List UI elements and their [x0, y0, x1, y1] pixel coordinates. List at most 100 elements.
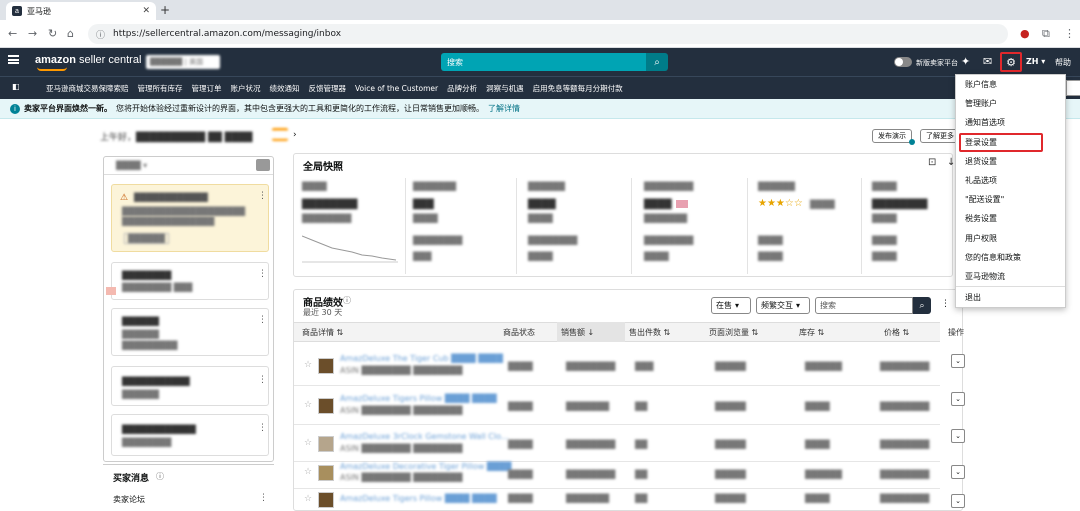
home-icon[interactable]: ⌂	[67, 27, 74, 40]
more-options-icon[interactable]: ⋮	[258, 191, 267, 201]
hamburger-menu-icon[interactable]	[8, 55, 19, 64]
browser-menu-icon[interactable]: ⋮	[1064, 27, 1075, 40]
product-name-link[interactable]: AmazDeluxe 3rClock Gemstone Wall Clo...	[340, 432, 508, 441]
menu-item-user-permissions[interactable]: 用户权限	[956, 229, 1065, 248]
menu-item-fba[interactable]: 亚马逊物流	[956, 267, 1065, 286]
snapshot-card[interactable]: ███████ ███ ████ ████████ ███	[409, 178, 517, 274]
col-header-units[interactable]: 售出件数 ⇅	[629, 327, 670, 338]
col-header-page-views[interactable]: 页面浏览量 ⇅	[709, 327, 758, 338]
subnav-item[interactable]: 反馈管理器	[309, 83, 347, 94]
info-icon[interactable]: ⓘ	[156, 471, 164, 482]
snapshot-card[interactable]: ████ ████████ ████████	[298, 178, 406, 274]
action-card[interactable]: ⚠ ████████████ ████████████████████ ████…	[111, 184, 269, 252]
subnav-item[interactable]: Voice of the Customer	[355, 84, 438, 93]
menu-item-return-settings[interactable]: 退货设置	[956, 152, 1065, 171]
channel-filter[interactable]: 频繁交互 ▾	[756, 297, 810, 314]
product-thumbnail[interactable]	[318, 398, 334, 414]
subnav-item[interactable]: 账户状况	[231, 83, 261, 94]
menu-item-tax-settings[interactable]: 税务设置	[956, 209, 1065, 228]
settings-gear-button[interactable]: ⚙	[1000, 52, 1022, 72]
row-action-dropdown[interactable]: ⌄	[951, 465, 965, 479]
status-filter[interactable]: 在售 ▾	[711, 297, 751, 314]
snapshot-card[interactable]: ████████ ████ ███████ ████████ ████	[640, 178, 748, 274]
partial-right-control[interactable]	[1066, 80, 1080, 96]
col-header-details[interactable]: 商品详情 ⇅	[302, 327, 343, 338]
product-thumbnail[interactable]	[318, 465, 334, 481]
learn-more-button[interactable]: 了解更多	[920, 129, 960, 143]
back-icon[interactable]: ←	[8, 27, 17, 40]
bookmark-icon[interactable]: ◧	[12, 82, 20, 91]
action-card[interactable]: ████████████ ████████ ⋮	[111, 414, 269, 456]
product-name-link[interactable]: AmazDeluxe Decorative Tiger Pillow ████	[340, 462, 511, 471]
menu-item-notification-preferences[interactable]: 通知首选项	[956, 113, 1065, 132]
col-header-price[interactable]: 价格 ⇅	[884, 327, 909, 338]
seller-forum-link[interactable]: 卖家论坛	[113, 494, 145, 505]
product-name-link[interactable]: AmazDeluxe Tigers Pillow ████ ████	[340, 494, 497, 503]
action-card[interactable]: ████████ ████████ ███ ⋮	[111, 262, 269, 300]
menu-item-account-info[interactable]: 账户信息	[956, 75, 1065, 94]
header-search-button[interactable]: ⌕	[646, 53, 668, 71]
reload-icon[interactable]: ↻	[48, 27, 57, 40]
menu-item-gift-options[interactable]: 礼品选项	[956, 171, 1065, 190]
favorite-star-icon[interactable]: ☆	[304, 494, 312, 504]
card-button[interactable]: ██████	[124, 233, 169, 244]
col-header-sales[interactable]: 销售额 ↓	[561, 327, 594, 338]
menu-item-logout[interactable]: 退出	[956, 288, 1065, 307]
help-link[interactable]: 帮助	[1055, 57, 1071, 68]
subnav-item[interactable]: 洞察与机遇	[486, 83, 524, 94]
subnav-item[interactable]: 亚马逊商城交易保障索赔	[46, 83, 129, 94]
header-search-input[interactable]: 搜索	[441, 53, 647, 71]
row-action-dropdown[interactable]: ⌄	[951, 494, 965, 508]
product-search-input[interactable]: 搜索	[815, 297, 913, 314]
snapshot-card[interactable]: ██████ ████ ████ ████████ ████	[524, 178, 632, 274]
info-icon[interactable]: ⓘ	[343, 295, 351, 306]
more-options-icon[interactable]: ⋮	[258, 375, 267, 385]
panel-header-label[interactable]: ████ ▾	[116, 161, 147, 170]
col-header-inventory[interactable]: 库存 ⇅	[799, 327, 824, 338]
subnav-item[interactable]: 绩效通知	[270, 83, 300, 94]
more-options-icon[interactable]: ⋮	[258, 423, 267, 433]
chevron-right-icon[interactable]: ›	[293, 130, 297, 140]
product-thumbnail[interactable]	[318, 436, 334, 452]
banner-learn-more-link[interactable]: 了解详情	[488, 103, 520, 114]
more-options-icon[interactable]: ⋮	[941, 299, 950, 309]
product-name-link[interactable]: AmazDeluxe Tigers Pillow ████ ████	[340, 394, 497, 403]
subnav-item[interactable]: 启用免息等额每月分期付款	[533, 83, 623, 94]
product-thumbnail[interactable]	[318, 358, 334, 374]
product-name-link[interactable]: AmazDeluxe The Tiger Cub ████ ████	[340, 354, 503, 363]
url-field[interactable]: ⓘ https://sellercentral.amazon.com/messa…	[88, 24, 1008, 44]
subnav-item[interactable]: 品牌分析	[447, 83, 477, 94]
subnav-item[interactable]: 管理订单	[192, 83, 222, 94]
more-options-icon[interactable]: ⋮	[258, 315, 267, 325]
menu-item-info-and-policies[interactable]: 您的信息和政策	[956, 248, 1065, 267]
row-action-dropdown[interactable]: ⌄	[951, 354, 965, 368]
row-action-dropdown[interactable]: ⌄	[951, 429, 965, 443]
close-tab-icon[interactable]: ✕	[142, 6, 150, 16]
favorite-star-icon[interactable]: ☆	[304, 467, 312, 477]
action-card[interactable]: ██████ ██████ █████████ ⋮	[111, 308, 269, 356]
favorite-star-icon[interactable]: ☆	[304, 400, 312, 410]
product-thumbnail[interactable]	[318, 492, 334, 508]
menu-item-manage-accounts[interactable]: 管理账户	[956, 94, 1065, 113]
extension-icon[interactable]: ●	[1020, 27, 1030, 40]
more-options-icon[interactable]: ⋮	[259, 493, 268, 503]
product-search-button[interactable]: ⌕	[913, 297, 931, 314]
publish-demo-button[interactable]: 发布演示	[872, 129, 912, 143]
language-selector[interactable]: ZH ▾	[1026, 57, 1045, 66]
favorite-star-icon[interactable]: ☆	[304, 360, 312, 370]
expand-icon[interactable]: ⊡	[928, 157, 936, 168]
snapshot-card[interactable]: ██████ ★★★☆☆ ████ ████ ████	[754, 178, 862, 274]
forward-icon[interactable]: →	[28, 27, 37, 40]
sparkle-icon[interactable]: ✦	[961, 55, 970, 68]
subnav-item[interactable]: 管理所有库存	[138, 83, 183, 94]
menu-item-shipping-settings[interactable]: "配送设置"	[956, 190, 1065, 209]
row-action-dropdown[interactable]: ⌄	[951, 392, 965, 406]
browser-tab[interactable]: a 亚马逊 ✕	[6, 2, 156, 20]
new-ui-toggle[interactable]	[894, 57, 912, 67]
site-info-icon[interactable]: ⓘ	[96, 28, 105, 41]
new-tab-icon[interactable]: +	[160, 3, 170, 17]
action-card[interactable]: ███████████ ██████ ⋮	[111, 366, 269, 406]
more-options-icon[interactable]: ⋮	[258, 269, 267, 279]
snapshot-card[interactable]: ████ ████████ ████ ████ ████	[868, 178, 950, 274]
extensions-puzzle-icon[interactable]: ⧉	[1042, 27, 1050, 41]
